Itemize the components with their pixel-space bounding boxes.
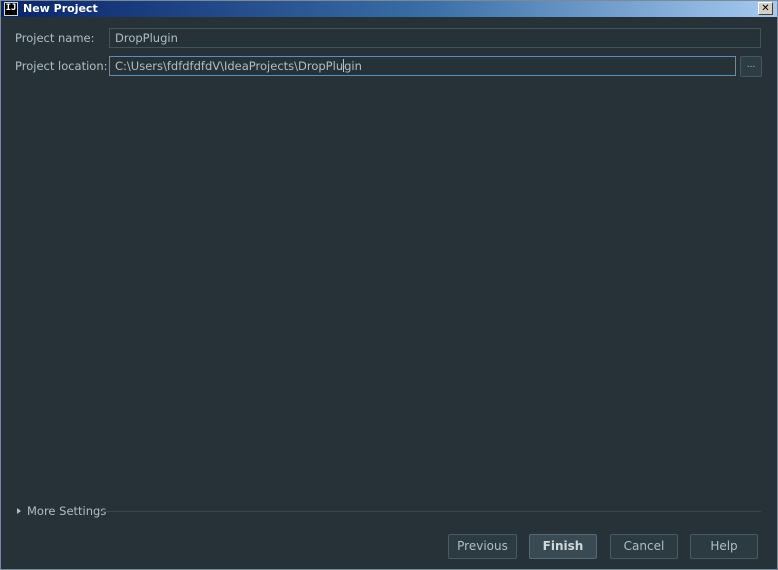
project-location-value-start: C:\Users\fdfdfdfdV\IdeaProjects\DropPlu bbox=[115, 59, 344, 73]
browse-location-button[interactable]: ... bbox=[740, 56, 762, 77]
more-settings-label: More Settings bbox=[27, 504, 107, 518]
ellipsis-icon: ... bbox=[746, 60, 756, 70]
project-name-input[interactable]: DropPlugin bbox=[109, 28, 761, 48]
project-name-label: Project name: bbox=[15, 31, 95, 45]
expand-arrow-icon bbox=[17, 508, 21, 514]
project-location-label: Project location: bbox=[15, 59, 108, 73]
finish-button[interactable]: Finish bbox=[529, 534, 597, 559]
title-bar[interactable]: IJ New Project ✕ bbox=[1, 1, 777, 17]
more-settings-toggle[interactable]: More Settings bbox=[17, 503, 106, 519]
window-title: New Project bbox=[23, 2, 98, 15]
project-name-value: DropPlugin bbox=[115, 31, 178, 45]
new-project-dialog: IJ New Project ✕ Project name: DropPlugi… bbox=[0, 0, 778, 570]
project-location-input[interactable]: C:\Users\fdfdfdfdV\IdeaProjects\DropPlug… bbox=[109, 56, 736, 76]
cancel-button[interactable]: Cancel bbox=[610, 534, 678, 559]
close-button[interactable]: ✕ bbox=[758, 2, 773, 15]
previous-button[interactable]: Previous bbox=[448, 534, 517, 559]
project-location-value-end: gin bbox=[344, 59, 362, 73]
help-button[interactable]: Help bbox=[690, 534, 758, 559]
close-icon: ✕ bbox=[761, 3, 770, 14]
more-settings-divider bbox=[99, 511, 761, 512]
intellij-app-icon: IJ bbox=[4, 2, 18, 16]
